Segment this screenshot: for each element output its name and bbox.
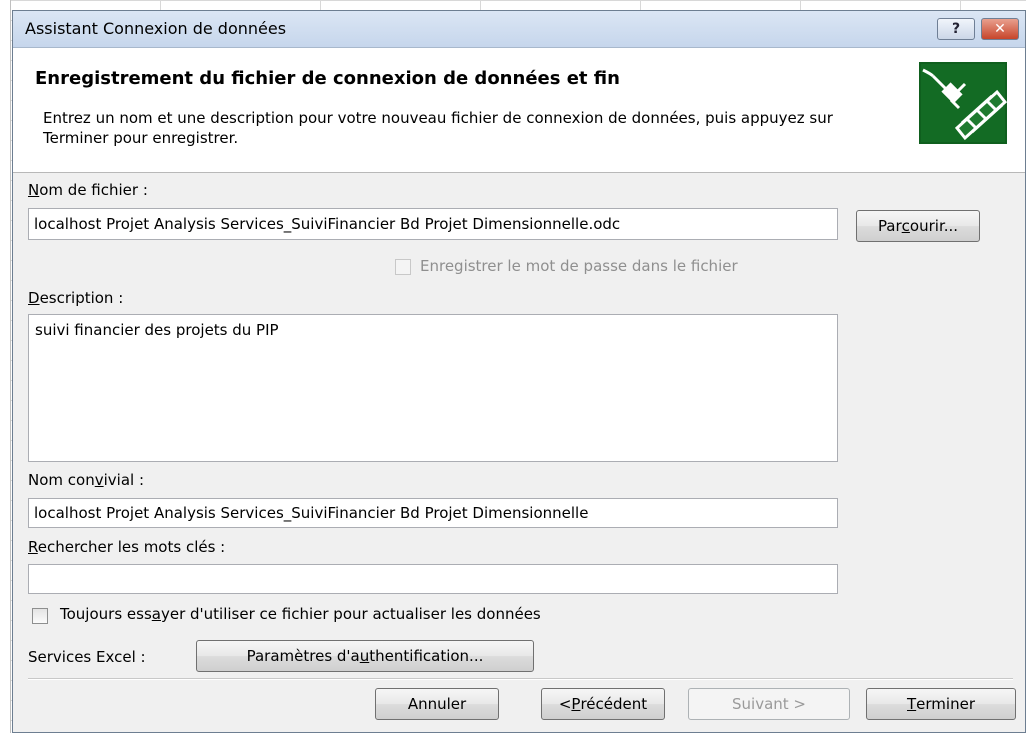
- friendly-name-label: Nom convivial :: [28, 471, 145, 489]
- spreadsheet-edge: [0, 0, 11, 733]
- wizard-header: Enregistrement du fichier de connexion d…: [13, 48, 1025, 173]
- finish-button[interactable]: Terminer: [866, 688, 1016, 720]
- help-button[interactable]: ?: [937, 18, 975, 40]
- save-password-checkbox[interactable]: [395, 259, 411, 275]
- browse-button[interactable]: Par c ourir...: [856, 210, 980, 242]
- previous-button[interactable]: < Précédent: [541, 688, 665, 720]
- window-title: Assistant Connexion de données: [25, 19, 287, 38]
- always-use-checkbox[interactable]: [32, 608, 48, 624]
- page-description: Entrez un nom et une description pour vo…: [43, 109, 833, 147]
- footer-separator: [28, 678, 1013, 680]
- friendly-name-input[interactable]: [28, 498, 838, 528]
- save-password-label: Enregistrer le mot de passe dans le fich…: [420, 257, 738, 275]
- filename-label: Nom de fichier :: [28, 181, 148, 199]
- title-bar[interactable]: Assistant Connexion de données ? ✕: [13, 11, 1025, 48]
- description-textarea[interactable]: [28, 314, 838, 462]
- keywords-input[interactable]: [28, 564, 838, 594]
- data-connection-wizard-dialog: Assistant Connexion de données ? ✕ Enreg…: [12, 10, 1026, 733]
- page-title: Enregistrement du fichier de connexion d…: [35, 68, 620, 89]
- close-icon: ✕: [994, 21, 1006, 37]
- keywords-label: Rechercher les mots clés :: [28, 538, 226, 556]
- next-button[interactable]: Suivant >: [688, 688, 850, 720]
- filename-input[interactable]: [28, 208, 838, 240]
- always-use-label: Toujours essayer d'utiliser ce fichier p…: [60, 605, 541, 623]
- description-label: Description :: [28, 289, 124, 307]
- help-icon: ?: [951, 21, 961, 37]
- excel-services-label: Services Excel :: [28, 648, 146, 666]
- close-button[interactable]: ✕: [981, 18, 1019, 40]
- cancel-button[interactable]: Annuler: [375, 688, 499, 720]
- authentication-settings-button[interactable]: Paramètres d'a u thentification...: [196, 640, 534, 672]
- data-connection-plug-icon: [919, 62, 1007, 144]
